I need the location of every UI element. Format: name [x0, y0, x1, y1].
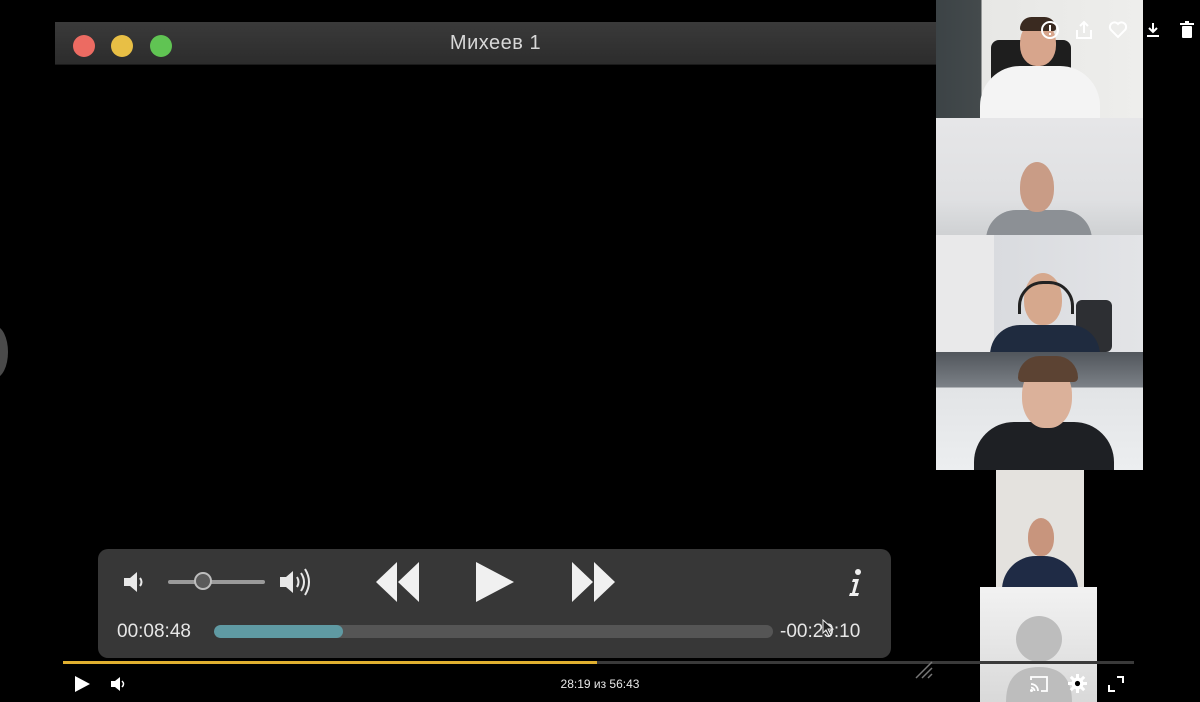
remaining-time: -00:29:10 — [780, 621, 861, 642]
heart-icon[interactable] — [1108, 18, 1128, 42]
rewind-icon[interactable] — [375, 559, 421, 605]
mouse-cursor-icon — [822, 619, 835, 637]
participant-tile-3[interactable] — [936, 235, 1143, 352]
participant-tile-2[interactable] — [936, 118, 1143, 235]
elapsed-time: 00:08:48 — [117, 621, 191, 642]
participant-tile-5[interactable] — [996, 470, 1084, 587]
hud-seek-bar[interactable] — [214, 625, 773, 638]
trash-icon[interactable] — [1177, 18, 1197, 42]
share-icon[interactable] — [1074, 18, 1094, 42]
fast-forward-icon[interactable] — [570, 559, 616, 605]
volume-slider[interactable] — [168, 580, 265, 584]
info-circle-icon[interactable] — [1040, 18, 1060, 42]
participant-tile-4[interactable] — [936, 352, 1143, 470]
playback-hud: 00:08:48 -00:29:10 — [98, 549, 891, 658]
volume-low-icon[interactable] — [122, 569, 148, 595]
window-title: Михеев 1 — [449, 32, 542, 54]
side-drag-handle[interactable] — [0, 326, 8, 378]
player-control-bar: 28:19 из 56:43 — [0, 664, 1200, 702]
volume-high-icon[interactable] — [278, 567, 316, 597]
settings-icon[interactable] — [1067, 673, 1088, 694]
window-titlebar: Михеев 1 — [55, 22, 936, 65]
volume-slider-knob[interactable] — [194, 572, 212, 590]
hud-seek-fill — [214, 625, 343, 638]
info-icon[interactable] — [846, 568, 864, 598]
download-icon[interactable] — [1143, 18, 1163, 42]
play-button[interactable] — [473, 559, 517, 605]
player-time-readout: 28:19 из 56:43 — [560, 677, 640, 691]
fullscreen-icon[interactable] — [1106, 674, 1126, 694]
cast-icon[interactable] — [1029, 674, 1049, 694]
